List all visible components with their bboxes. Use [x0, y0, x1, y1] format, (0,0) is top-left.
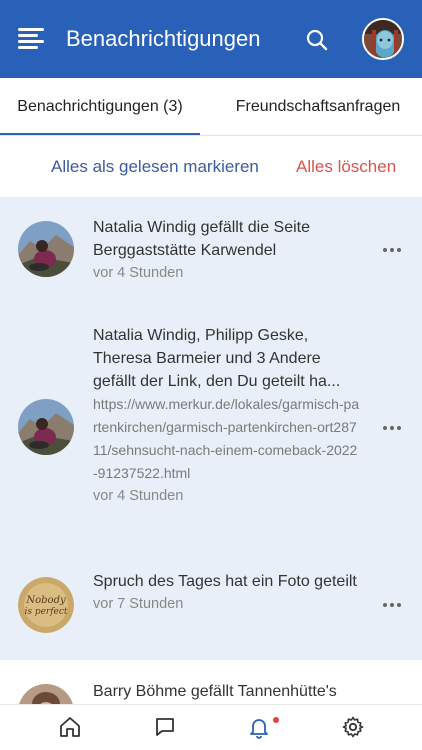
notification-body: Spruch des Tages hat ein Foto geteilt vo…	[93, 570, 369, 616]
notification-item[interactable]: Barry Böhme gefällt Tannenhütte's	[0, 660, 422, 704]
notification-time: vor 4 Stunden	[93, 265, 184, 281]
natalia-avatar	[18, 221, 74, 277]
notification-item[interactable]: Natalia Windig, Philipp Geske, Theresa B…	[0, 308, 422, 550]
more-options-icon[interactable]	[382, 245, 404, 255]
notification-body: Natalia Windig gefällt die Seite Berggas…	[93, 216, 369, 285]
delete-all-button[interactable]: Alles löschen	[296, 137, 396, 197]
notification-message: Barry Böhme gefällt Tannenhütte's	[93, 683, 337, 700]
notification-link[interactable]: https://www.merkur.de/lokales/garmisch-p…	[93, 393, 361, 485]
tab-friend-requests[interactable]: Freundschaftsanfragen	[214, 78, 422, 136]
search-icon[interactable]	[305, 28, 329, 52]
notification-item[interactable]: Nobody is perfect Spruch des Tages hat e…	[0, 550, 422, 660]
notification-item[interactable]: Natalia Windig gefällt die Seite Berggas…	[0, 197, 422, 308]
avatar-text-2: is perfect	[24, 607, 67, 617]
notification-message: Spruch des Tages hat ein Foto geteilt	[93, 573, 357, 590]
notification-time: vor 7 Stunden	[93, 596, 184, 612]
chat-icon[interactable]	[153, 715, 177, 739]
notification-message: Natalia Windig, Philipp Geske, Theresa B…	[93, 327, 341, 390]
more-options-icon[interactable]	[382, 423, 404, 433]
bell-icon[interactable]	[247, 715, 271, 739]
mark-all-read-button[interactable]: Alles als gelesen markieren	[51, 137, 259, 197]
notification-body: Barry Böhme gefällt Tannenhütte's	[93, 680, 369, 703]
notification-actions: Alles als gelesen markieren Alles lösche…	[0, 137, 422, 197]
settings-gear-icon[interactable]	[341, 715, 365, 739]
notification-message: Natalia Windig gefällt die Seite Berggas…	[93, 219, 311, 259]
notification-time: vor 4 Stunden	[93, 488, 184, 504]
more-options-icon[interactable]	[382, 600, 404, 610]
bottom-navigation	[0, 704, 422, 750]
notification-badge	[273, 717, 279, 723]
tab-bar: Benachrichtigungen (3) Freundschaftsanfr…	[0, 78, 422, 136]
notification-body: Natalia Windig, Philipp Geske, Theresa B…	[93, 324, 361, 508]
tab-notifications[interactable]: Benachrichtigungen (3)	[0, 78, 200, 136]
profile-avatar[interactable]	[362, 18, 404, 60]
page-title: Benachrichtigungen	[66, 26, 261, 51]
barry-avatar	[18, 684, 74, 704]
app-bar: Benachrichtigungen	[0, 0, 422, 78]
avatar-text-1: Nobody	[25, 595, 66, 606]
home-icon[interactable]	[58, 715, 82, 739]
nobody-is-perfect-avatar: Nobody is perfect	[18, 577, 74, 633]
natalia-avatar	[18, 399, 74, 455]
active-tab-indicator	[0, 133, 200, 135]
hamburger-menu-icon[interactable]	[18, 28, 44, 50]
